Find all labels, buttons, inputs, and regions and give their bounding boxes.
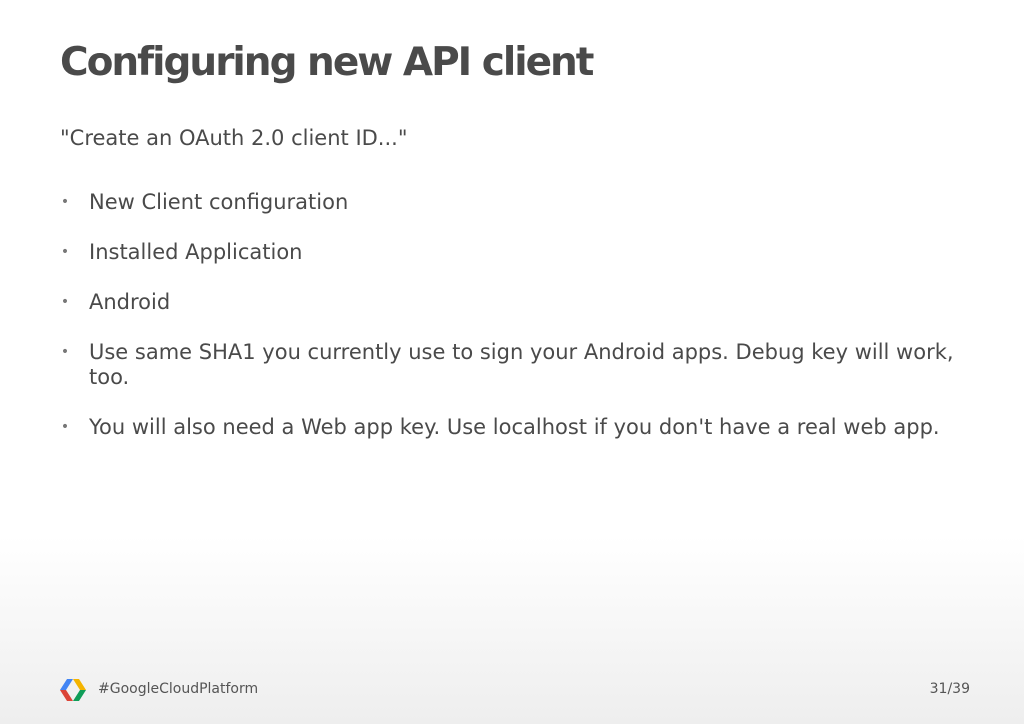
- logo-yellow-chevron: [73, 679, 86, 690]
- bullet-text: Android: [89, 290, 171, 314]
- bullet-icon: •: [60, 194, 70, 210]
- bullet-text: You will also need a Web app key. Use lo…: [89, 415, 940, 439]
- bullet-text: Installed Application: [89, 240, 303, 264]
- bullet-text: New Client configuration: [89, 190, 349, 214]
- bullet-icon: •: [60, 294, 70, 310]
- page-number: 31/39: [929, 681, 970, 697]
- slide-subtitle: "Create an OAuth 2.0 client ID...": [60, 126, 408, 150]
- bullet-icon: •: [60, 344, 70, 360]
- bullet-icon: •: [60, 244, 70, 260]
- logo-green-chevron: [73, 690, 86, 701]
- google-cloud-platform-logo-icon: [60, 679, 86, 701]
- logo-red-chevron: [60, 690, 73, 701]
- bullet-item: • Android: [60, 290, 960, 315]
- logo-blue-chevron: [60, 679, 73, 690]
- slide: Configuring new API client "Create an OA…: [0, 0, 1024, 724]
- bullet-text: Use same SHA1 you currently use to sign …: [89, 340, 954, 389]
- slide-footer: #GoogleCloudPlatform 31/39: [58, 676, 970, 704]
- bullet-item: • New Client configuration: [60, 190, 960, 215]
- bullet-item: • Installed Application: [60, 240, 960, 265]
- bullet-item: • You will also need a Web app key. Use …: [60, 415, 960, 440]
- bullet-item: • Use same SHA1 you currently use to sig…: [60, 340, 960, 390]
- footer-hashtag: #GoogleCloudPlatform: [98, 681, 259, 697]
- slide-title: Configuring new API client: [60, 40, 594, 85]
- bullet-icon: •: [60, 419, 70, 435]
- bullet-list: • New Client configuration • Installed A…: [60, 190, 960, 465]
